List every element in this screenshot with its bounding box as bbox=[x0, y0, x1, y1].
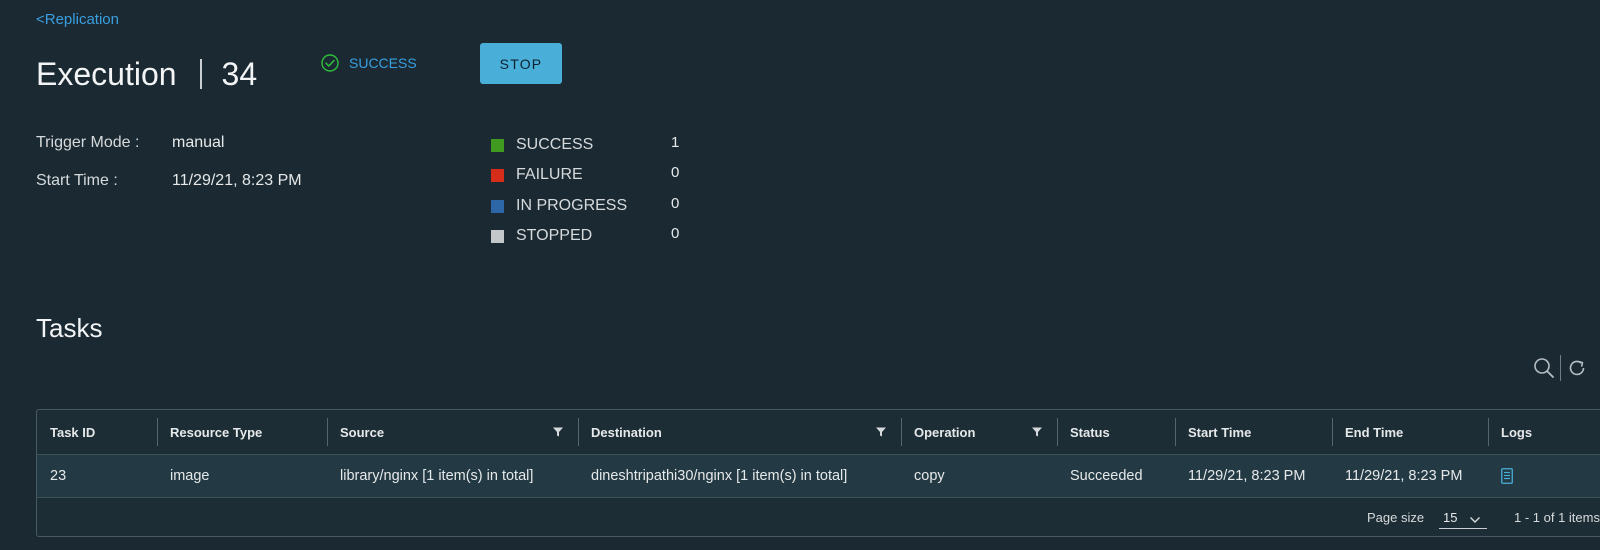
trigger-mode-label: Trigger Mode : bbox=[36, 134, 140, 151]
filter-icon[interactable] bbox=[875, 425, 887, 443]
log-file-icon[interactable] bbox=[1501, 468, 1513, 484]
summary-stopped: STOPPED 0 bbox=[491, 224, 680, 246]
success-swatch bbox=[491, 138, 504, 152]
toolbar-divider bbox=[1560, 355, 1561, 381]
search-icon[interactable] bbox=[1532, 356, 1556, 380]
summary-label: IN PROGRESS bbox=[516, 197, 628, 214]
datagrid-footer: Page size 15 1 - 1 of 1 items bbox=[37, 498, 1600, 538]
datagrid-header: Task ID Resource Type Source Destination… bbox=[37, 410, 1600, 454]
cell-destination: dineshtripathi30/nginx [1 item(s) in tot… bbox=[591, 468, 848, 484]
cell-end-time: 11/29/21, 8:23 PM bbox=[1345, 468, 1463, 484]
start-time-value: 11/29/21, 8:23 PM bbox=[172, 172, 302, 189]
tasks-section-title: Tasks bbox=[36, 313, 103, 343]
summary-in-progress: IN PROGRESS 0 bbox=[491, 194, 680, 216]
failure-swatch bbox=[491, 168, 504, 182]
table-row[interactable]: 23 image library/nginx [1 item(s) in tot… bbox=[37, 454, 1600, 498]
trigger-mode-value: manual bbox=[172, 134, 225, 151]
column-header-start-time[interactable]: Start Time bbox=[1175, 410, 1332, 454]
cell-operation: copy bbox=[914, 468, 945, 484]
column-header-resource-type[interactable]: Resource Type bbox=[157, 410, 327, 454]
page-size-select[interactable]: 15 bbox=[1439, 506, 1487, 529]
execution-detail-page: <Replication Execution 34 SUCCESS STOP T… bbox=[0, 0, 1600, 550]
summary-success: SUCCESS 1 bbox=[491, 133, 680, 155]
pagination-info: 1 - 1 of 1 items bbox=[1514, 510, 1600, 525]
check-circle-icon bbox=[321, 54, 339, 72]
cell-start-time: 11/29/21, 8:23 PM bbox=[1188, 468, 1306, 484]
grid-toolbar bbox=[1532, 355, 1589, 381]
title-divider bbox=[199, 59, 202, 89]
filter-icon[interactable] bbox=[1031, 425, 1043, 443]
stop-button[interactable]: STOP bbox=[480, 43, 562, 84]
back-to-replication-link[interactable]: <Replication bbox=[36, 11, 119, 28]
summary-label: STOPPED bbox=[516, 227, 593, 244]
page-title: Execution bbox=[36, 55, 177, 92]
status-text: SUCCESS bbox=[349, 55, 417, 71]
tasks-datagrid: Task ID Resource Type Source Destination… bbox=[36, 409, 1600, 537]
start-time-label: Start Time : bbox=[36, 172, 118, 189]
stopped-swatch bbox=[491, 229, 504, 243]
cell-task-id: 23 bbox=[50, 468, 67, 484]
column-header-source[interactable]: Source bbox=[327, 410, 542, 454]
filter-icon[interactable] bbox=[552, 425, 564, 443]
page-title-row: Execution 34 bbox=[36, 52, 257, 96]
summary-label: SUCCESS bbox=[516, 136, 594, 153]
cell-resource-type: image bbox=[170, 468, 210, 484]
page-size-label: Page size bbox=[1367, 510, 1425, 525]
summary-count: 0 bbox=[671, 224, 680, 242]
summary-count: 0 bbox=[671, 194, 680, 212]
column-header-logs[interactable]: Logs bbox=[1488, 410, 1588, 454]
summary-failure: FAILURE 0 bbox=[491, 163, 680, 185]
summary-label: FAILURE bbox=[516, 166, 583, 183]
refresh-icon[interactable] bbox=[1565, 356, 1589, 380]
column-header-task-id[interactable]: Task ID bbox=[37, 410, 157, 454]
execution-id: 34 bbox=[221, 55, 258, 92]
column-header-destination[interactable]: Destination bbox=[578, 410, 878, 454]
cell-status: Succeeded bbox=[1070, 468, 1143, 484]
column-header-end-time[interactable]: End Time bbox=[1332, 410, 1488, 454]
status-badge: SUCCESS bbox=[321, 54, 417, 72]
column-header-operation[interactable]: Operation bbox=[901, 410, 1031, 454]
chevron-down-icon bbox=[1469, 511, 1481, 529]
page-size-value: 15 bbox=[1443, 509, 1458, 525]
summary-count: 1 bbox=[671, 133, 680, 151]
column-header-status[interactable]: Status bbox=[1057, 410, 1175, 454]
summary-count: 0 bbox=[671, 163, 680, 181]
cell-logs bbox=[1488, 455, 1588, 497]
cell-source: library/nginx [1 item(s) in total] bbox=[340, 468, 534, 484]
in-progress-swatch bbox=[491, 199, 504, 213]
